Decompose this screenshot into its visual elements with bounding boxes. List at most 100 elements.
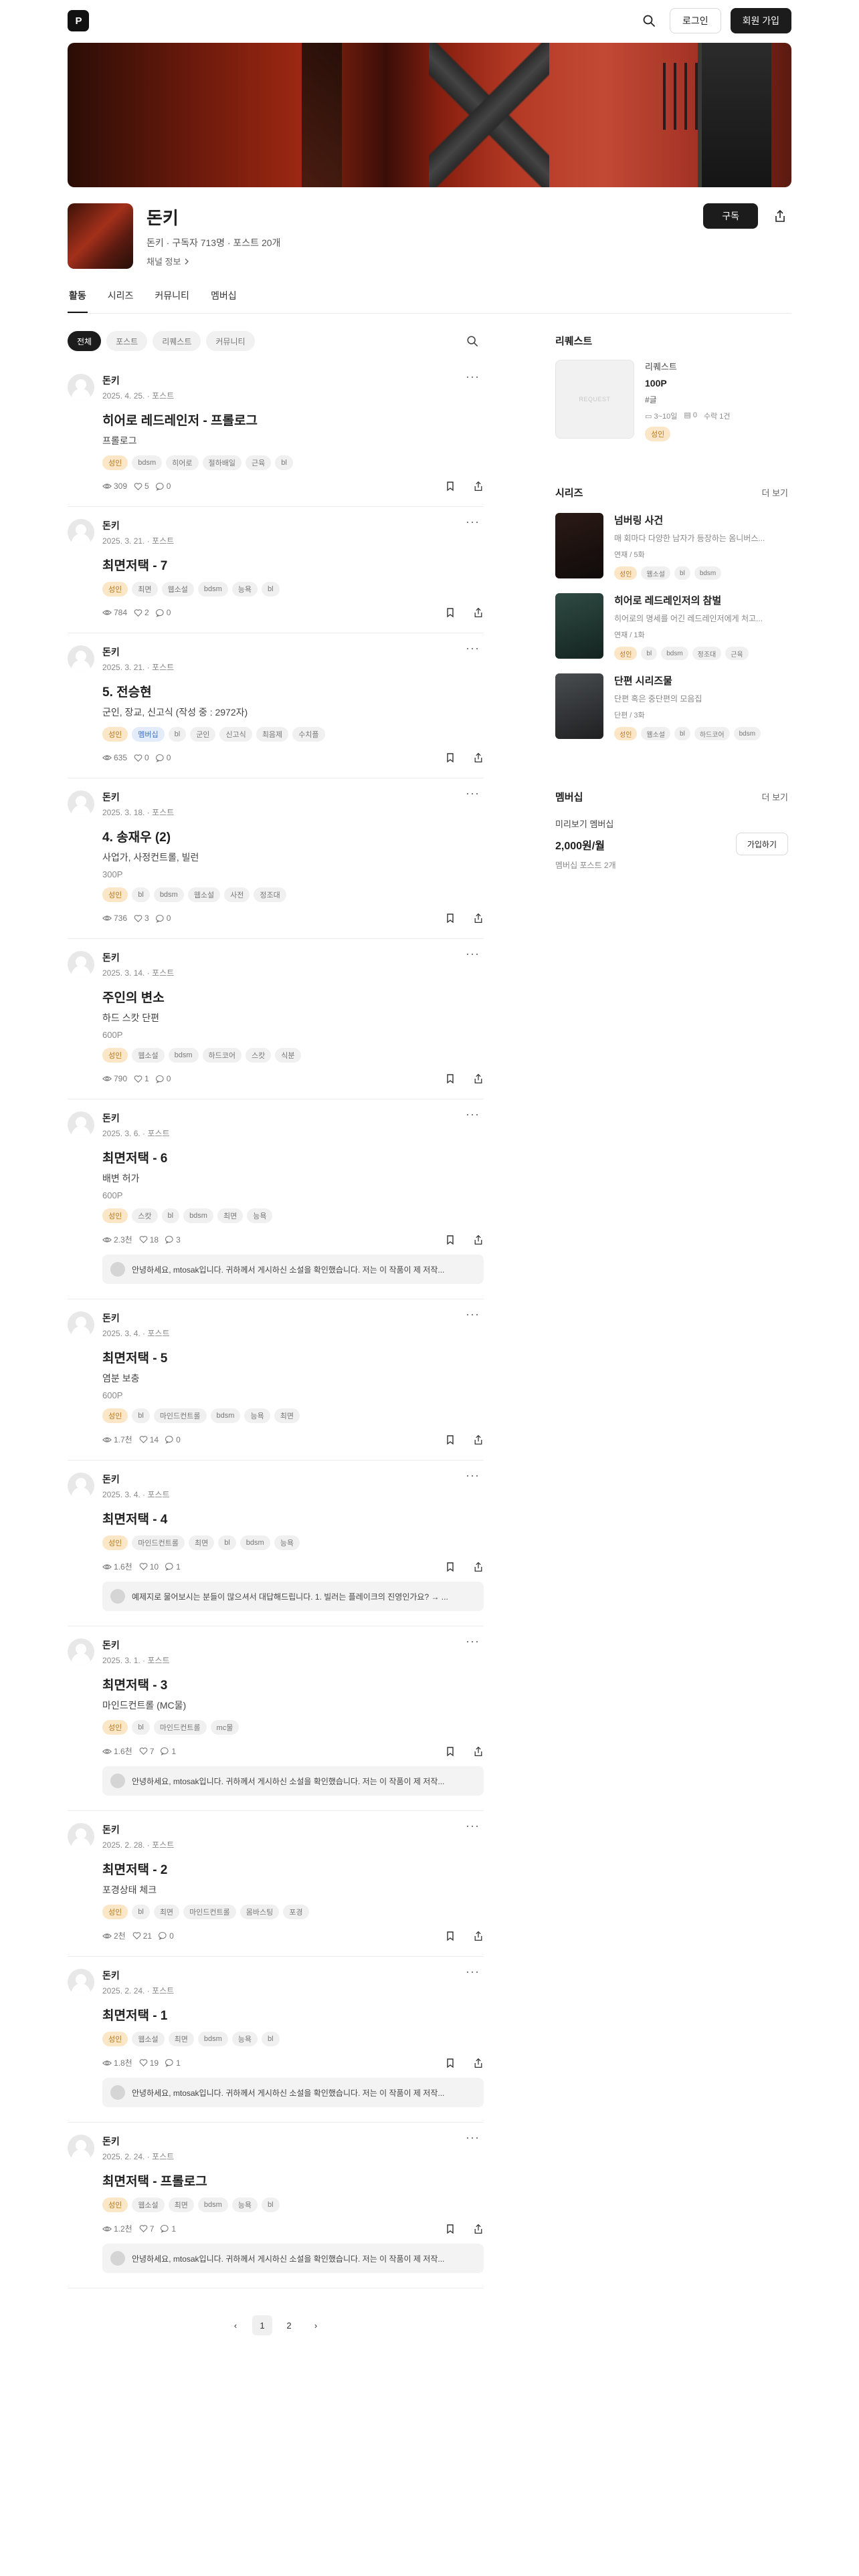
post-author[interactable]: 돈키 xyxy=(102,2135,484,2148)
post-author[interactable]: 돈키 xyxy=(102,1473,484,1486)
post-item[interactable]: ··· 돈키 2025. 2. 24. · 포스트 최면저택 - 1 성인 웹소설 최면 bd… xyxy=(68,1957,484,2123)
tag-chip[interactable]: 웹소설 xyxy=(161,582,194,597)
tag-chip[interactable]: bl xyxy=(262,2197,280,2212)
post-title[interactable]: 최면저택 - 6 xyxy=(102,1148,484,1166)
tag-chip[interactable]: bdsm xyxy=(197,2197,228,2212)
share-icon[interactable] xyxy=(473,1434,484,1445)
tab-0[interactable]: 활동 xyxy=(68,289,88,313)
tag-chip[interactable]: bdsm xyxy=(240,1535,270,1550)
logo[interactable]: P xyxy=(68,10,89,31)
more-options-icon[interactable]: ··· xyxy=(466,1107,480,1121)
tag-chip[interactable]: bdsm xyxy=(153,887,184,902)
comment-preview[interactable]: 예제지로 물어보시는 분들이 많으셔서 대답해드립니다. 1. 빌러는 플레이크… xyxy=(102,1582,484,1611)
tag-chip[interactable]: 최면 xyxy=(217,1208,244,1223)
post-author[interactable]: 돈키 xyxy=(102,374,484,387)
more-options-icon[interactable]: ··· xyxy=(466,1819,480,1833)
tab-1[interactable]: 시리즈 xyxy=(106,289,135,313)
tag-chip[interactable]: bl xyxy=(161,1208,180,1223)
tag-chip[interactable]: 마인드컨트롤 xyxy=(132,1535,185,1550)
tag-chip[interactable]: 멤버십 xyxy=(132,727,165,742)
tag-chip[interactable]: 웹소설 xyxy=(641,566,671,580)
share-icon[interactable] xyxy=(473,1562,484,1572)
author-avatar[interactable] xyxy=(68,1823,94,1850)
share-icon[interactable] xyxy=(473,752,484,763)
filter-chip[interactable]: 리퀘스트 xyxy=(153,331,201,351)
tag-chip[interactable]: bdsm xyxy=(694,566,722,580)
tag-chip[interactable]: 성인 xyxy=(102,1535,128,1550)
tag-chip[interactable]: 성인 xyxy=(102,1905,128,1919)
tag-chip[interactable]: 하드코어 xyxy=(694,727,730,740)
post-item[interactable]: ··· 돈키 2025. 3. 18. · 포스트 4. 송재우 (2) 사업가, 사정… xyxy=(68,778,484,939)
author-avatar[interactable] xyxy=(68,374,94,401)
tag-chip[interactable]: bl xyxy=(262,2032,280,2046)
share-icon[interactable] xyxy=(473,913,484,924)
post-title[interactable]: 최면저택 - 4 xyxy=(102,1509,484,1527)
tag-chip[interactable]: 능욕 xyxy=(231,2032,258,2046)
author-avatar[interactable] xyxy=(68,1638,94,1665)
tag-chip[interactable]: 성인 xyxy=(102,1048,128,1063)
tag-chip[interactable]: 성인 xyxy=(102,727,128,742)
tag-chip[interactable]: bdsm xyxy=(183,1208,213,1223)
tag-chip[interactable]: mc물 xyxy=(210,1720,240,1735)
tag-chip[interactable]: 성인 xyxy=(102,1720,128,1735)
tab-2[interactable]: 커뮤니티 xyxy=(153,289,191,313)
post-title[interactable]: 최면저택 - 3 xyxy=(102,1675,484,1693)
bookmark-icon[interactable] xyxy=(445,1073,456,1084)
tag-chip[interactable]: 신고식 xyxy=(219,727,252,742)
tag-chip[interactable]: 최음제 xyxy=(256,727,289,742)
comment-preview[interactable]: 안녕하세요, mtosak입니다. 귀하께서 게시하신 소설을 확인했습니다. … xyxy=(102,1255,484,1284)
post-title[interactable]: 최면저택 - 7 xyxy=(102,556,484,574)
series-title[interactable]: 넘버링 사건 xyxy=(614,513,784,527)
post-author[interactable]: 돈키 xyxy=(102,1969,484,1982)
more-options-icon[interactable]: ··· xyxy=(466,1307,480,1321)
comment-preview[interactable]: 안녕하세요, mtosak입니다. 귀하께서 게시하신 소설을 확인했습니다. … xyxy=(102,2244,484,2273)
search-icon[interactable] xyxy=(638,9,660,32)
tag-chip[interactable]: 웹소설 xyxy=(132,2032,165,2046)
post-author[interactable]: 돈키 xyxy=(102,1111,484,1125)
author-avatar[interactable] xyxy=(68,1311,94,1338)
tag-chip[interactable]: 능욕 xyxy=(231,2197,258,2212)
tag-chip[interactable]: bl xyxy=(674,566,690,580)
post-title[interactable]: 5. 전승현 xyxy=(102,682,484,700)
share-icon[interactable] xyxy=(473,1931,484,1941)
page-button[interactable]: 1 xyxy=(252,2315,272,2335)
post-author[interactable]: 돈키 xyxy=(102,951,484,964)
tag-chip[interactable]: 최면 xyxy=(153,1905,180,1919)
author-avatar[interactable] xyxy=(68,2135,94,2161)
tag-chip[interactable]: 하드코어 xyxy=(202,1048,242,1063)
filter-chip[interactable]: 포스트 xyxy=(106,331,148,351)
post-item[interactable]: ··· 돈키 2025. 3. 14. · 포스트 주인의 변소 하드 스캇 단편 600… xyxy=(68,939,484,1099)
tag-chip[interactable]: 근육 xyxy=(725,647,749,660)
bookmark-icon[interactable] xyxy=(445,2058,456,2068)
post-item[interactable]: ··· 돈키 2025. 4. 25. · 포스트 히어로 레드레인저 - 프롤로그 프… xyxy=(68,362,484,507)
tag-chip[interactable]: 사전 xyxy=(224,887,250,902)
bookmark-icon[interactable] xyxy=(445,1746,456,1757)
tag-chip[interactable]: 군인 xyxy=(190,727,216,742)
tag-chip[interactable]: 성인 xyxy=(102,582,128,597)
membership-more-link[interactable]: 더 보기 xyxy=(762,790,789,803)
tag-chip[interactable]: 최면 xyxy=(188,1535,215,1550)
tag-chip[interactable]: bdsm xyxy=(197,2032,228,2046)
tag-chip[interactable]: 능욕 xyxy=(231,582,258,597)
search-icon[interactable] xyxy=(461,330,484,352)
tag-chip[interactable]: 최면 xyxy=(168,2197,194,2212)
subscribe-button[interactable]: 구독 xyxy=(703,203,758,229)
tag-chip[interactable]: bdsm xyxy=(197,582,228,597)
post-item[interactable]: ··· 돈키 2025. 3. 1. · 포스트 최면저택 - 3 마인드컨트롤 (MC… xyxy=(68,1626,484,1811)
tag-chip[interactable]: 성인 xyxy=(102,2032,128,2046)
series-item[interactable]: 단편 시리즈물 단편 혹은 중단편의 모음집 단편 / 3화 성인 웹소설 bl 하드코어 b… xyxy=(555,673,788,740)
more-options-icon[interactable]: ··· xyxy=(466,641,480,655)
comment-preview[interactable]: 안녕하세요, mtosak입니다. 귀하께서 게시하신 소설을 확인했습니다. … xyxy=(102,2078,484,2107)
chevron-left-icon[interactable]: ‹ xyxy=(225,2315,246,2335)
tag-chip[interactable]: bl xyxy=(275,455,293,470)
post-title[interactable]: 최면저택 - 5 xyxy=(102,1348,484,1366)
series-item[interactable]: 넘버링 사건 매 회마다 다양한 남자가 등장하는 옴니버스... 연재 / 5화 성… xyxy=(555,513,788,580)
bookmark-icon[interactable] xyxy=(445,1562,456,1572)
tag-chip[interactable]: 웹소설 xyxy=(187,887,221,902)
post-item[interactable]: ··· 돈키 2025. 2. 24. · 포스트 최면저택 - 프롤로그 성인 웹소설 최… xyxy=(68,2123,484,2288)
bookmark-icon[interactable] xyxy=(445,913,456,924)
more-options-icon[interactable]: ··· xyxy=(466,786,480,800)
tag-chip[interactable]: 성인 xyxy=(102,1208,128,1223)
bookmark-icon[interactable] xyxy=(445,481,456,492)
tag-chip[interactable]: bdsm xyxy=(661,647,688,660)
